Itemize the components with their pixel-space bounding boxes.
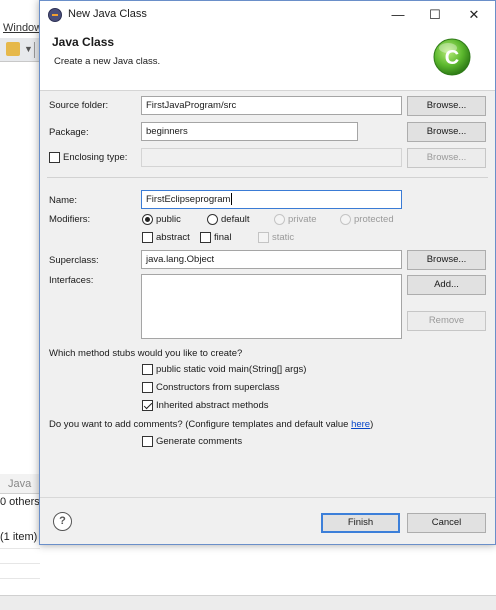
modifier-private-radio (274, 214, 285, 225)
menu-window[interactable]: Window (3, 22, 42, 34)
configure-templates-link[interactable]: here (351, 419, 370, 430)
method-stubs-question: Which method stubs would you like to cre… (49, 348, 243, 359)
text-caret (231, 193, 233, 206)
modifier-private-label: private (288, 214, 317, 225)
package-label: Package: (49, 127, 89, 138)
modifier-abstract-checkbox[interactable] (142, 232, 153, 243)
source-folder-label: Source folder: (49, 100, 109, 111)
items-summary: (1 item) (0, 531, 38, 543)
modifier-public-label[interactable]: public (156, 214, 181, 225)
stub-inherited-checkbox[interactable] (142, 400, 153, 411)
cancel-button[interactable]: Cancel (407, 513, 486, 533)
close-button[interactable]: ✕ (456, 1, 492, 29)
name-label: Name: (49, 195, 77, 206)
interfaces-label: Interfaces: (49, 275, 94, 286)
toolbar-dropdown-icon[interactable]: ▼ (24, 44, 33, 54)
modifiers-label: Modifiers: (49, 214, 91, 225)
wizard-header: Java Class Create a new Java class. C (40, 29, 495, 91)
enclosing-type-checkbox[interactable] (49, 152, 60, 163)
stub-constructors-checkbox[interactable] (142, 382, 153, 393)
enclosing-type-field (141, 148, 402, 167)
package-field[interactable]: beginners (141, 122, 358, 141)
package-browse-button[interactable]: Browse... (407, 122, 486, 142)
superclass-browse-button[interactable]: Browse... (407, 250, 486, 270)
stub-inherited-label[interactable]: Inherited abstract methods (156, 400, 268, 411)
svg-text:C: C (445, 47, 459, 69)
enclosing-type-label[interactable]: Enclosing type: (63, 152, 127, 163)
comments-question-text: Do you want to add comments? (Configure … (49, 419, 352, 430)
class-name-field[interactable]: FirstEclipseprogram (141, 190, 402, 209)
remove-interface-button: Remove (407, 311, 486, 331)
problems-summary: 0 others (0, 496, 40, 508)
source-folder-field[interactable]: FirstJavaProgram/src (141, 96, 402, 115)
stub-main-checkbox[interactable] (142, 364, 153, 375)
new-class-c-icon: C (433, 38, 471, 76)
comments-question-end: ) (370, 419, 374, 430)
modifier-public-radio[interactable] (142, 214, 153, 225)
modifier-default-radio[interactable] (207, 214, 218, 225)
wizard-page-title: Java Class (52, 35, 115, 49)
new-java-class-dialog: New Java Class — ☐ ✕ Java Class Create a… (39, 0, 496, 545)
enclosing-type-browse-button: Browse... (407, 148, 486, 168)
dialog-titlebar[interactable]: New Java Class — ☐ ✕ (40, 1, 495, 29)
add-interface-button[interactable]: Add... (407, 275, 486, 295)
class-name-value: FirstEclipseprogram (146, 194, 231, 205)
wizard-page-description: Create a new Java class. (54, 56, 161, 67)
comments-question: Do you want to add comments? (Configure … (49, 419, 373, 430)
footer-separator (40, 497, 495, 498)
modifier-protected-radio (340, 214, 351, 225)
eclipse-icon (48, 8, 62, 22)
modifier-protected-label: protected (354, 214, 394, 225)
panel-tab-label[interactable]: Java (8, 478, 31, 490)
superclass-label: Superclass: (49, 255, 99, 266)
modifier-default-label[interactable]: default (221, 214, 250, 225)
superclass-field[interactable]: java.lang.Object (141, 250, 402, 269)
generate-comments-label[interactable]: Generate comments (156, 436, 242, 447)
stub-constructors-label[interactable]: Constructors from superclass (156, 382, 280, 393)
panel-row-divider (0, 548, 40, 549)
finish-button[interactable]: Finish (321, 513, 400, 533)
source-folder-browse-button[interactable]: Browse... (407, 96, 486, 116)
dialog-title: New Java Class (68, 8, 147, 20)
interfaces-list[interactable] (141, 274, 402, 339)
toolbar-wand-icon[interactable] (6, 42, 20, 56)
modifier-final-checkbox[interactable] (200, 232, 211, 243)
panel-row-divider (0, 563, 40, 564)
generate-comments-checkbox[interactable] (142, 436, 153, 447)
section-separator (47, 177, 488, 178)
maximize-button[interactable]: ☐ (417, 1, 453, 29)
modifier-static-label: static (272, 232, 295, 243)
modifier-abstract-label[interactable]: abstract (156, 232, 190, 243)
minimize-button[interactable]: — (380, 1, 416, 29)
modifier-static-checkbox (258, 232, 269, 243)
help-icon[interactable]: ? (53, 512, 72, 531)
status-bar (0, 595, 496, 610)
toolbar-separator (34, 42, 35, 58)
modifier-final-label[interactable]: final (214, 232, 231, 243)
stub-main-label[interactable]: public static void main(String[] args) (156, 364, 306, 375)
panel-row-divider (0, 578, 40, 579)
